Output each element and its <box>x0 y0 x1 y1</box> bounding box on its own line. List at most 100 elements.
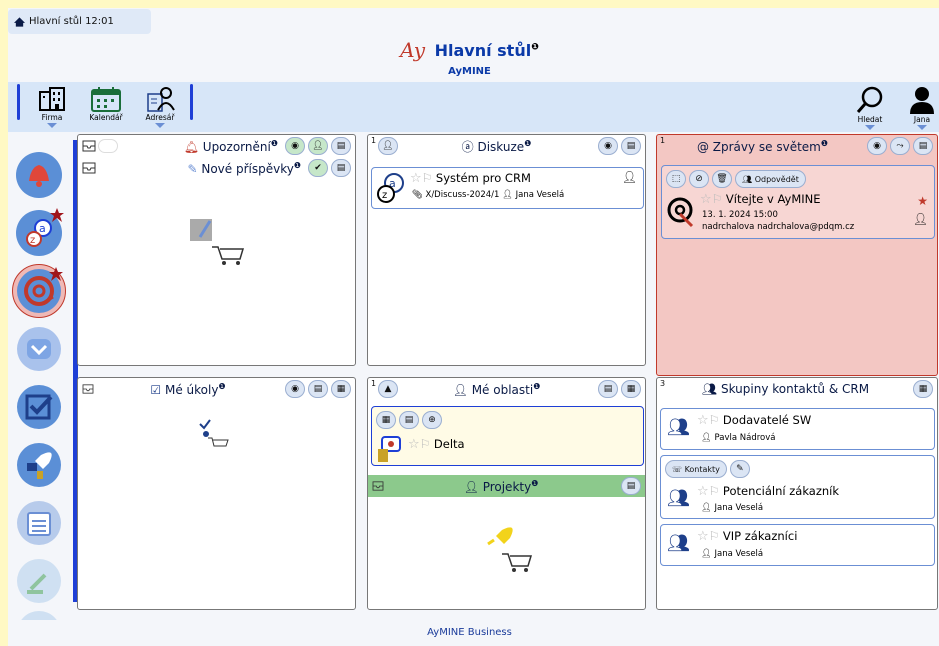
rail-projects[interactable] <box>12 438 66 492</box>
edit-button[interactable]: ✎ <box>729 460 750 478</box>
report-button[interactable]: ▤ <box>331 137 351 155</box>
paperclip-icon: 📎︎ <box>412 190 423 200</box>
svg-text:a: a <box>39 222 46 235</box>
info-icon[interactable]: ❶ <box>218 382 225 391</box>
info-icon[interactable]: ❶ <box>294 161 301 170</box>
panel-title: 👤︎ Mé oblasti❶ <box>398 382 595 397</box>
report-button[interactable]: ▤ <box>621 477 641 495</box>
list-item[interactable]: az ☆⚐ Systém pro CRM 📎︎ X/Discuss-2024/1… <box>371 167 644 209</box>
panel-header: 👤︎ Projekty❶ ▤ <box>368 475 645 497</box>
info-icon[interactable]: ❶ <box>531 42 539 52</box>
rail-messages[interactable] <box>12 264 66 318</box>
list-item[interactable]: 👥︎ ☆⚐ Dodavatelé SW 👤︎ Pavla Nádrová <box>660 408 935 450</box>
item-meta: 📎︎ X/Discuss-2024/1 👤︎ Jana Veselá <box>412 190 564 200</box>
report-button[interactable]: ▤ <box>331 159 351 177</box>
watch-button[interactable]: ◉ <box>285 137 305 155</box>
inbox-icon[interactable] <box>82 162 96 174</box>
message-card[interactable]: ⬚ ⊘ 🗑︎ 👥︎ Odpovědět ☆⚐ Vítejte v AyMINE … <box>661 165 935 239</box>
mark-read-button[interactable]: ✔ <box>308 159 328 177</box>
search-icon <box>856 86 883 113</box>
flag-icon[interactable]: ⚐ <box>709 484 720 498</box>
toggle[interactable] <box>98 139 118 153</box>
rail-pocket[interactable] <box>12 322 66 376</box>
item-meta: 👤︎ Jana Veselá <box>701 503 763 513</box>
user-menu-button[interactable]: Jana <box>900 82 939 130</box>
spam-button[interactable]: ⊘ <box>689 170 709 188</box>
collapse-button[interactable]: ▲ <box>378 380 398 398</box>
star-icon[interactable]: ☆ <box>697 529 709 544</box>
flag-icon[interactable]: ⚐ <box>709 413 720 427</box>
info-icon[interactable]: ❶ <box>533 382 540 391</box>
info-icon[interactable]: ❶ <box>271 139 278 148</box>
flag-icon[interactable]: ⚐ <box>712 192 723 206</box>
info-icon[interactable]: ❶ <box>821 139 828 148</box>
filter-button[interactable]: ⤳ <box>890 137 910 155</box>
chevron-down-icon <box>155 123 165 128</box>
home-icon <box>14 16 25 27</box>
report-button[interactable]: ▤ <box>913 137 933 155</box>
report-button[interactable]: ▤ <box>308 380 328 398</box>
report-button[interactable]: ▤ <box>598 380 618 398</box>
info-icon[interactable]: ❶ <box>531 479 538 488</box>
flag-icon[interactable]: ⚐ <box>422 171 433 185</box>
reply-button[interactable]: 👥︎ Odpovědět <box>735 170 806 188</box>
rail-discussions[interactable]: az <box>12 206 66 260</box>
inbox-icon[interactable] <box>82 140 96 152</box>
rail-notifications[interactable] <box>12 148 66 202</box>
watch-button[interactable]: ◉ <box>598 137 618 155</box>
add-button[interactable]: ⊕ <box>422 411 442 429</box>
panel-zpravy: 1 @ Zprávy se světem❶ ◉ ⤳ ▤ ⬚ ⊘ 🗑︎ 👥︎ Od… <box>656 134 938 376</box>
list-item[interactable]: ☏ Kontakty ✎ 👥︎ ☆⚐ Potenciální zákazník … <box>660 455 935 519</box>
panel-title: ☑ Mé úkoly❶ <box>94 382 282 397</box>
watch-button[interactable]: ◉ <box>285 380 305 398</box>
count: 1 <box>660 136 666 145</box>
rail-more[interactable] <box>12 606 66 620</box>
grid-button[interactable]: ▦ <box>331 380 351 398</box>
watch-button[interactable]: ◉ <box>867 137 887 155</box>
panel-subheader: ✎ Nové příspěvky❶ ✔ ▤ <box>78 157 355 179</box>
area-card[interactable]: ▦ ▤ ⊕ ☆⚐ Delta <box>371 406 644 466</box>
adresar-button[interactable]: Adresář <box>138 82 182 128</box>
inbox-icon[interactable] <box>82 384 94 394</box>
firma-button[interactable]: Firma <box>30 82 74 128</box>
flag-icon[interactable]: ⚐ <box>420 437 431 451</box>
list-button[interactable]: ▤ <box>399 411 419 429</box>
star-icon[interactable]: ☆ <box>697 484 709 499</box>
user-filter-button[interactable]: 👤︎ <box>378 137 398 155</box>
edit-icon: ✎ <box>187 161 198 176</box>
select-button[interactable]: ⬚ <box>666 170 686 188</box>
user-icon: 👤︎ <box>701 433 712 443</box>
kalendar-button[interactable]: Kalendář <box>84 82 128 122</box>
panel-header: ▲ 👤︎ Mé oblasti❶ ▤ ▦ <box>368 378 645 400</box>
inbox-icon[interactable] <box>372 481 384 491</box>
hledat-button[interactable]: Hledat <box>848 82 892 130</box>
star-icon[interactable]: ☆ <box>410 171 422 186</box>
grid-button[interactable]: ▦ <box>913 380 933 398</box>
info-icon[interactable]: ❶ <box>524 139 531 148</box>
star-icon[interactable]: ☆ <box>700 192 712 207</box>
rail-calendar[interactable] <box>12 496 66 550</box>
count: 3 <box>660 379 666 388</box>
rail-auction[interactable] <box>12 554 66 608</box>
item-header: ☆⚐ VIP zákazníci <box>697 529 797 544</box>
page-title-text: Hlavní stůl <box>434 40 532 60</box>
users-button[interactable]: 👤︎ <box>308 137 328 155</box>
list-item[interactable]: 👥︎ ☆⚐ VIP zákazníci 👤︎ Jana Veselá <box>660 524 935 566</box>
reply-label: Odpovědět <box>754 174 799 184</box>
projekty-title: Projekty <box>482 479 532 494</box>
grid-button[interactable]: ▦ <box>621 380 641 398</box>
star-icon[interactable]: ☆ <box>408 437 420 452</box>
report-button[interactable]: ▤ <box>621 137 641 155</box>
item-header: ☆⚐ Dodavatelé SW <box>697 413 811 428</box>
star-icon[interactable]: ☆ <box>697 413 709 428</box>
oblasti-title: Mé oblasti <box>471 382 534 397</box>
delete-button[interactable]: 🗑︎ <box>712 170 732 188</box>
panel-title: @ Zprávy se světem❶ <box>661 139 864 154</box>
adresar-label: Adresář <box>145 113 175 122</box>
grid-button[interactable]: ▦ <box>376 411 396 429</box>
flag-icon[interactable]: ⚐ <box>709 529 720 543</box>
kontakty-button[interactable]: ☏ Kontakty <box>665 460 727 478</box>
upozorneni-title: Upozornění <box>202 139 271 154</box>
breadcrumb[interactable]: Hlavní stůl 12:01 <box>8 9 151 34</box>
rail-tasks[interactable] <box>12 380 66 434</box>
